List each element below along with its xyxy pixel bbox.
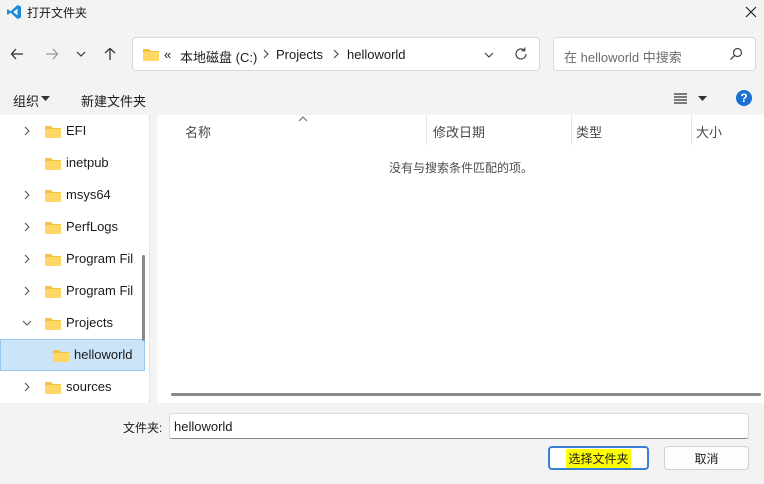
caret-down-icon — [41, 96, 50, 101]
chevron-down-icon — [76, 51, 86, 57]
folder-name-label: 文件夹: — [123, 421, 163, 435]
folder-icon — [45, 158, 61, 170]
folder-icon — [45, 254, 61, 266]
chevron-down-icon[interactable] — [22, 318, 32, 328]
select-folder-label: 选择文件夹 — [566, 448, 631, 468]
tree-item-label: Program Fil — [66, 251, 134, 266]
chevron-down-icon[interactable] — [481, 47, 497, 63]
chevron-right-icon[interactable] — [22, 286, 32, 296]
chevron-right-icon — [263, 49, 269, 59]
tree-item-sources[interactable]: sources — [0, 371, 149, 403]
tree-item-label: PerfLogs — [66, 219, 119, 234]
search-placeholder[interactable]: 在 helloworld 中搜索 — [564, 47, 682, 66]
empty-message: 没有与搜索条件匹配的项。 — [389, 161, 534, 175]
chevron-right-icon[interactable] — [22, 126, 32, 136]
tree-scrollbar[interactable] — [142, 255, 145, 341]
tree-item-efi[interactable]: EFI — [0, 115, 149, 147]
folder-icon — [45, 190, 61, 202]
view-options-icon[interactable] — [674, 92, 687, 104]
caret-down-icon[interactable] — [698, 96, 707, 102]
close-button[interactable] — [738, 0, 764, 24]
breadcrumb-drive[interactable]: 本地磁盘 (C:) — [180, 47, 257, 66]
folder-icon — [143, 49, 159, 61]
breadcrumb-projects[interactable]: Projects — [276, 47, 323, 62]
tree-item-msys64[interactable]: msys64 — [0, 179, 149, 211]
column-header-type[interactable]: 类型 — [576, 122, 602, 141]
folder-icon — [45, 382, 61, 394]
column-header-name[interactable]: 名称 — [185, 122, 211, 141]
folder-icon — [45, 126, 61, 138]
organize-menu[interactable]: 组织 — [13, 91, 39, 110]
forward-button[interactable] — [40, 42, 64, 66]
file-list: 名称 修改日期 类型 大小 没有与搜索条件匹配的项。 — [157, 115, 764, 403]
arrow-up-icon — [104, 47, 116, 60]
tree-item-label: sources — [66, 379, 112, 394]
column-divider[interactable] — [691, 115, 692, 145]
arrow-right-icon — [46, 48, 59, 60]
address-bar[interactable]: « 本地磁盘 (C:) Projects helloworld — [132, 37, 540, 71]
refresh-icon[interactable] — [513, 46, 529, 62]
tree-item-program-files-x86[interactable]: Program Fil — [0, 275, 149, 307]
chevron-right-icon[interactable] — [22, 190, 32, 200]
folder-icon — [45, 318, 61, 330]
tree-item-label: Program Fil — [66, 283, 134, 298]
title-bar: 打开文件夹 — [0, 0, 764, 24]
chevron-right-icon[interactable] — [22, 222, 32, 232]
back-button[interactable] — [5, 42, 29, 66]
recent-locations-button[interactable] — [69, 42, 93, 66]
cancel-button[interactable]: 取消 — [664, 446, 749, 470]
tree-item-perflogs[interactable]: PerfLogs — [0, 211, 149, 243]
vscode-logo-icon — [7, 5, 21, 19]
tree-item-projects[interactable]: Projects — [0, 307, 149, 339]
column-divider[interactable] — [571, 115, 572, 145]
folder-icon — [45, 222, 61, 234]
column-header-size[interactable]: 大小 — [696, 122, 722, 141]
breadcrumb-helloworld[interactable]: helloworld — [347, 47, 406, 62]
up-button[interactable] — [98, 42, 122, 66]
new-folder-button[interactable]: 新建文件夹 — [81, 91, 146, 110]
list-scrollbar[interactable] — [171, 393, 761, 396]
tree-item-label: msys64 — [66, 187, 111, 202]
search-box[interactable]: 在 helloworld 中搜索 — [553, 37, 756, 71]
search-icon — [730, 47, 743, 60]
select-folder-button[interactable]: 选择文件夹 — [548, 446, 649, 470]
column-header-modified[interactable]: 修改日期 — [433, 122, 485, 141]
command-bar: 组织 新建文件夹 ? — [0, 84, 764, 112]
sort-ascending-icon — [298, 116, 308, 122]
folder-name-input[interactable] — [169, 413, 749, 439]
chevron-right-icon — [333, 49, 339, 59]
tree-item-inetpub[interactable]: inetpub — [0, 147, 149, 179]
tree-item-label: Projects — [66, 315, 113, 330]
address-overflow[interactable]: « — [164, 47, 171, 62]
tree-item-helloworld[interactable]: helloworld — [0, 339, 145, 371]
tree-item-label: inetpub — [66, 155, 109, 170]
tree-item-label: EFI — [66, 123, 87, 138]
navigation-tree: EFI inetpub msys64 PerfLogs Program Fil … — [0, 115, 150, 403]
arrow-left-icon — [10, 48, 23, 60]
folder-icon — [45, 286, 61, 298]
tree-item-label: helloworld — [74, 347, 133, 362]
close-icon — [745, 6, 757, 18]
help-icon[interactable]: ? — [736, 90, 752, 106]
folder-icon — [53, 350, 69, 362]
window-title: 打开文件夹 — [27, 6, 88, 20]
chevron-right-icon[interactable] — [22, 382, 32, 392]
column-divider[interactable] — [426, 115, 427, 145]
chevron-right-icon[interactable] — [22, 254, 32, 264]
tree-item-program-files[interactable]: Program Fil — [0, 243, 149, 275]
